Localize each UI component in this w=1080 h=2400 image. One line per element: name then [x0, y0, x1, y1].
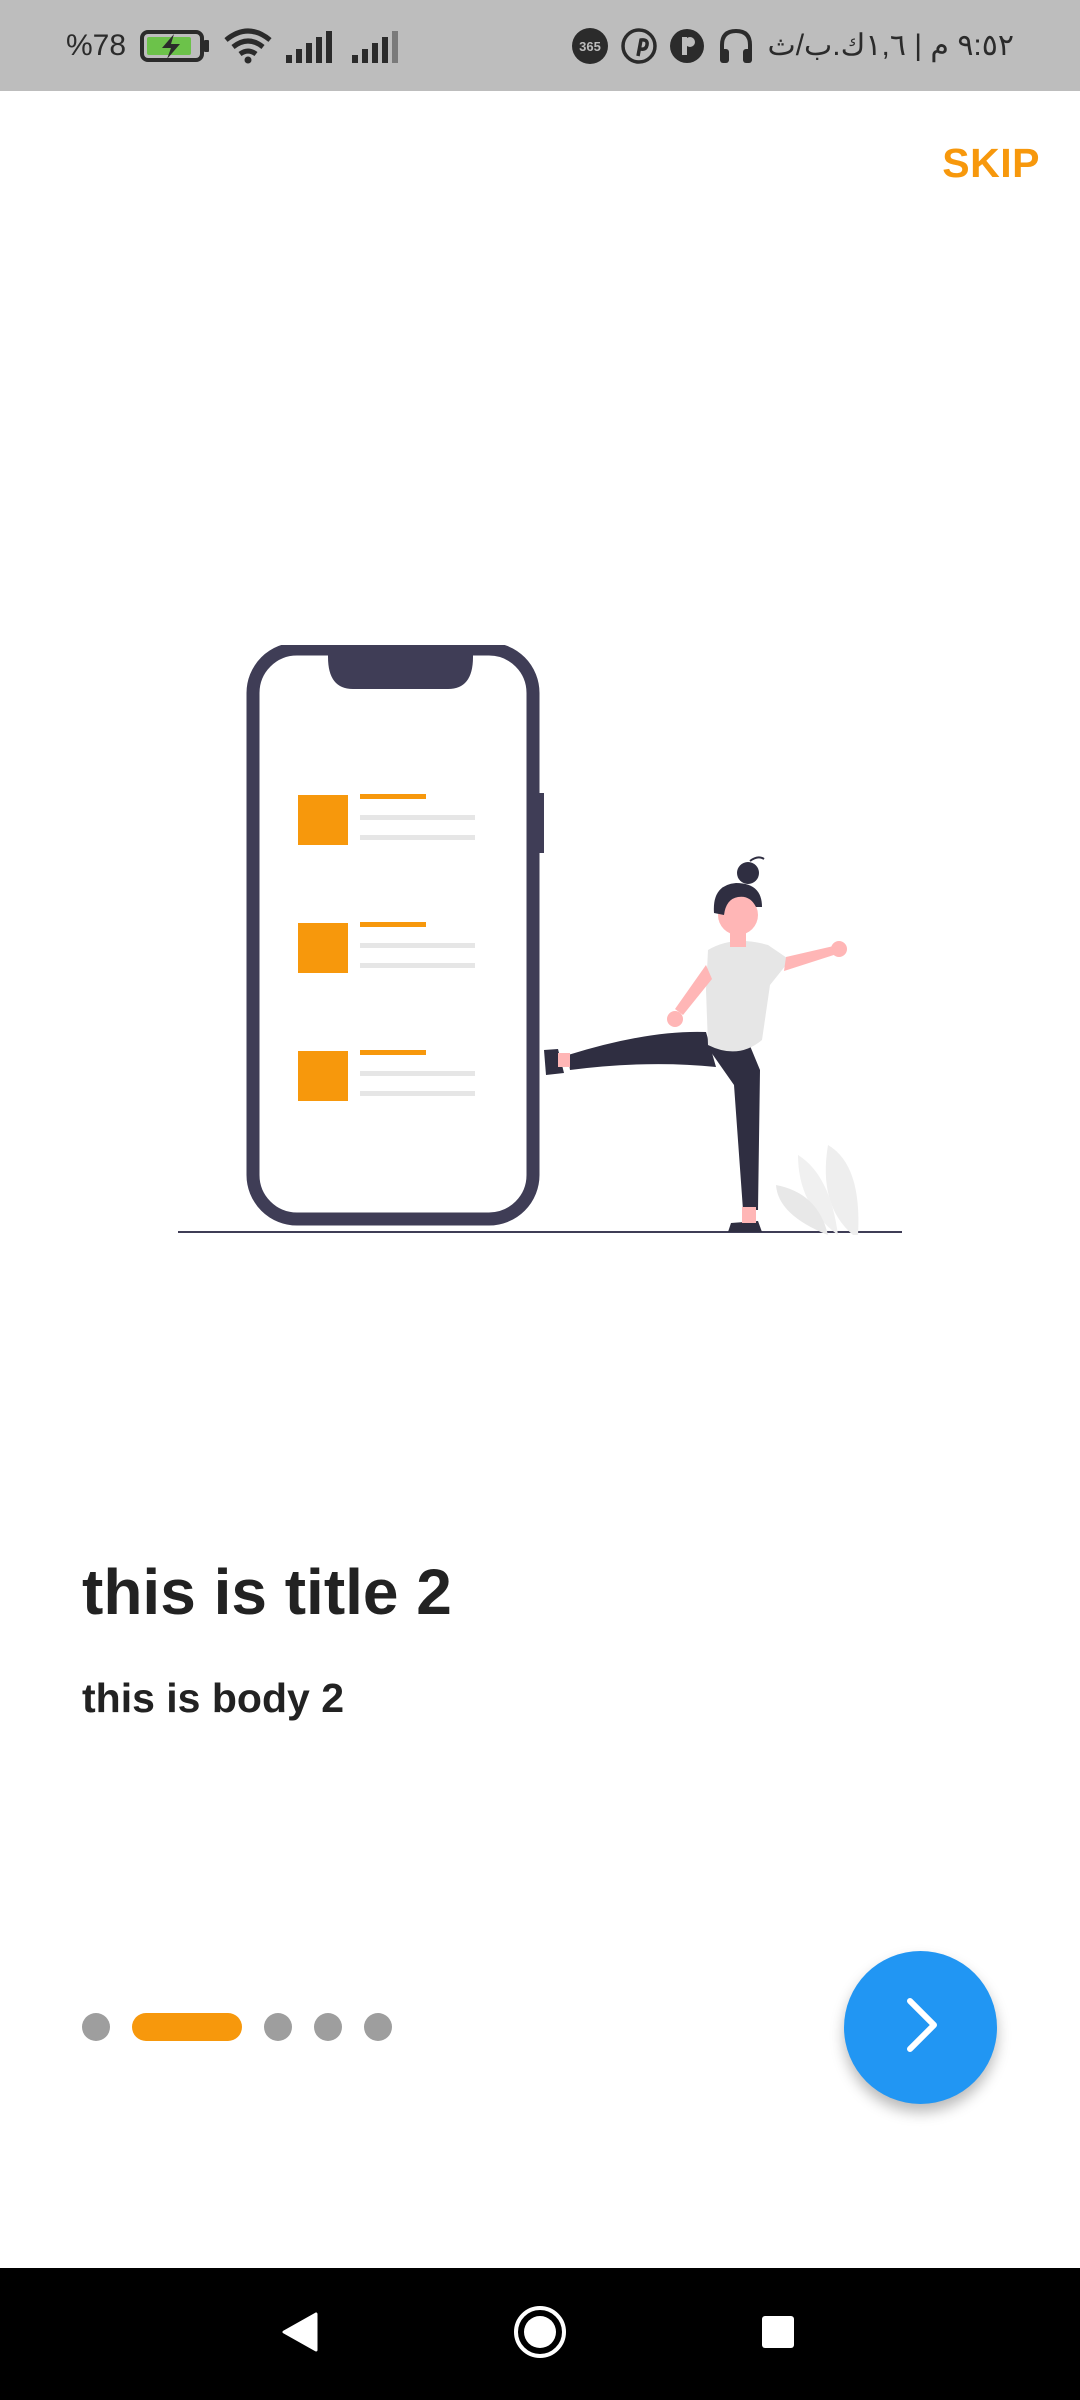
- onboarding-body: this is body 2: [82, 1675, 344, 1721]
- phone-illustration: [246, 645, 544, 1226]
- signal-icon: [286, 29, 338, 63]
- status-time: ٩:٥٢ م | ١,٦ك.ب/ث: [767, 29, 1014, 62]
- back-icon: [280, 2310, 320, 2359]
- page-dot-3[interactable]: [264, 2013, 292, 2041]
- home-icon: [512, 2304, 568, 2365]
- onboarding-screen: %78 365 ٩:٥٢ م | ١,٦ك.ب/ث SKIP this is t…: [0, 0, 1080, 2400]
- page-dot-5[interactable]: [364, 2013, 392, 2041]
- wifi-icon: [224, 28, 272, 64]
- svg-text:365: 365: [580, 39, 602, 54]
- signal-icon: [352, 29, 404, 63]
- battery-charging-icon: [140, 29, 210, 63]
- nav-recents-button[interactable]: [748, 2304, 808, 2364]
- onboarding-illustration: [178, 645, 902, 1235]
- app-icon: [669, 28, 705, 64]
- plant-illustration: [776, 1145, 859, 1235]
- recents-icon: [759, 2313, 797, 2356]
- onboarding-title: this is title 2: [82, 1556, 452, 1628]
- status-bar-right: 365 ٩:٥٢ م | ١,٦ك.ب/ث: [571, 0, 1014, 91]
- page-indicator: [82, 2013, 392, 2041]
- system-nav-bar: [0, 2268, 1080, 2400]
- next-button[interactable]: [844, 1951, 997, 2104]
- status-bar-left: %78: [66, 0, 404, 91]
- page-dot-1[interactable]: [82, 2013, 110, 2041]
- page-dot-4[interactable]: [314, 2013, 342, 2041]
- pinterest-icon: [621, 27, 658, 64]
- skip-button[interactable]: SKIP: [942, 140, 1040, 187]
- status-bar: %78 365 ٩:٥٢ م | ١,٦ك.ب/ث: [0, 0, 1080, 91]
- app-365-icon: 365: [571, 27, 609, 65]
- headphones-icon: [717, 27, 755, 65]
- nav-home-button[interactable]: [510, 2304, 570, 2364]
- battery-level: %78: [66, 28, 127, 62]
- page-dot-2-active[interactable]: [132, 2013, 242, 2041]
- chevron-right-icon: [894, 1995, 948, 2060]
- nav-back-button[interactable]: [270, 2304, 330, 2364]
